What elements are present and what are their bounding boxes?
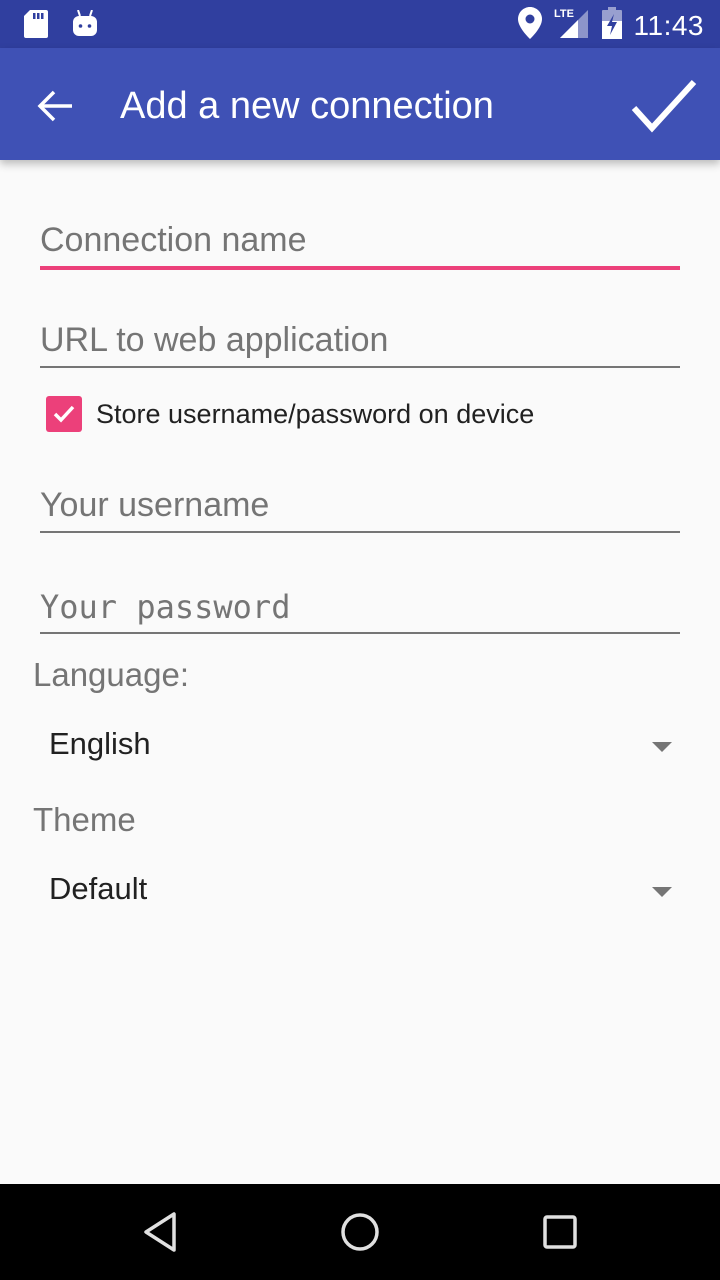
nav-recents-button[interactable] (536, 1208, 584, 1256)
battery-charging-icon (601, 7, 622, 44)
password-field[interactable] (40, 572, 680, 634)
network-label: LTE (554, 8, 574, 20)
sd-card-icon (24, 10, 48, 43)
check-icon (53, 405, 75, 423)
url-field[interactable] (40, 306, 680, 368)
location-icon (517, 7, 542, 44)
page-title: Add a new connection (120, 85, 494, 127)
store-credentials-checkbox[interactable]: Store username/password on device (46, 396, 534, 432)
lte-signal-icon: LTE (554, 6, 590, 45)
check-icon (631, 79, 697, 133)
navigation-bar (0, 1184, 720, 1280)
arrow-back-icon (37, 90, 72, 122)
username-input[interactable] (40, 486, 680, 525)
home-circle-icon (341, 1213, 379, 1251)
store-credentials-label: Store username/password on device (96, 398, 535, 429)
recents-square-icon (543, 1215, 577, 1249)
back-triangle-icon (144, 1212, 176, 1252)
status-bar: LTE 11:43 (0, 0, 720, 48)
dropdown-arrow-icon (652, 742, 672, 752)
nav-home-button[interactable] (336, 1208, 384, 1256)
save-button[interactable] (628, 70, 700, 142)
language-selected: English (49, 726, 151, 761)
connection-name-field[interactable] (40, 206, 680, 270)
app-bar: Add a new connection (0, 48, 720, 160)
language-label: Language: (33, 656, 189, 693)
connection-name-input[interactable] (40, 221, 680, 260)
username-field[interactable] (40, 471, 680, 533)
theme-spinner[interactable]: Default (40, 857, 688, 927)
android-debug-icon (72, 9, 98, 43)
theme-selected: Default (49, 871, 148, 906)
theme-label: Theme (33, 801, 136, 838)
nav-back-button[interactable] (136, 1208, 184, 1256)
back-button[interactable] (28, 78, 84, 134)
language-spinner[interactable]: English (40, 712, 688, 782)
url-input[interactable] (40, 321, 680, 360)
checkbox-checked[interactable] (46, 396, 82, 432)
dropdown-arrow-icon (652, 887, 672, 897)
status-time: 11:43 (633, 9, 704, 41)
password-input[interactable] (40, 588, 680, 626)
